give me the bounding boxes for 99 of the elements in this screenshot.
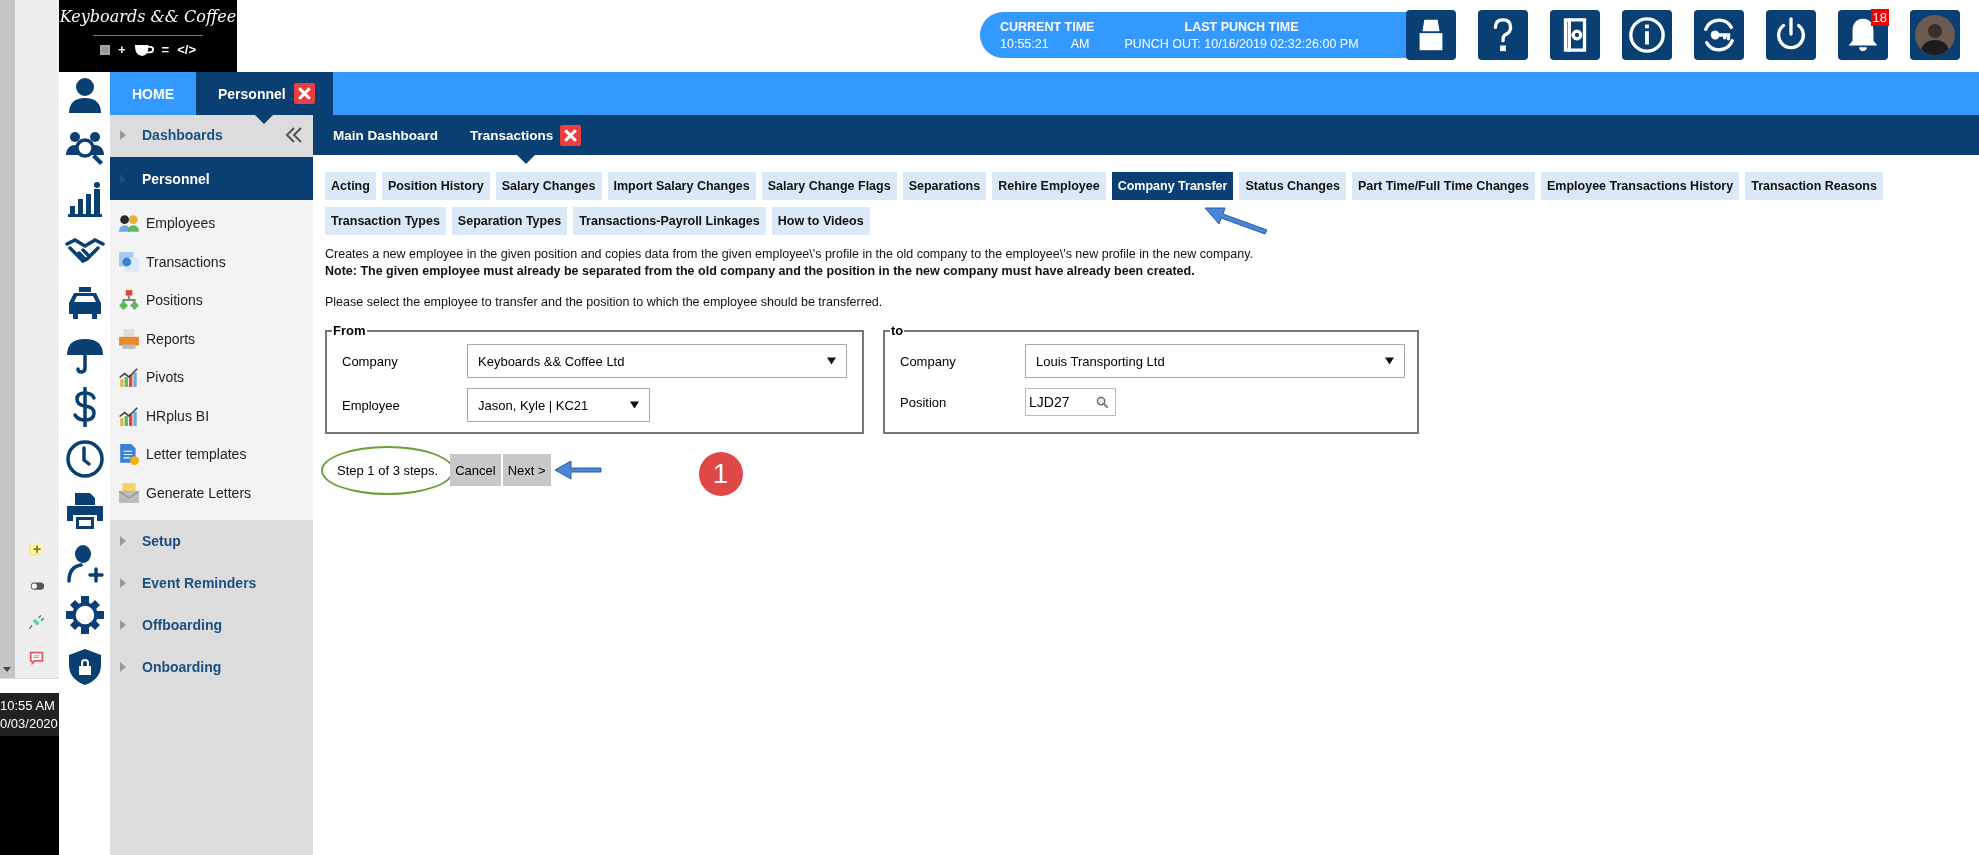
sidebar-section[interactable]: Offboarding <box>110 604 313 646</box>
transactions-icon <box>118 250 140 273</box>
notifications-button[interactable]: 18 <box>1838 10 1888 60</box>
wizard-button[interactable]: Next > <box>502 454 551 486</box>
sidebar-section[interactable]: Dashboards <box>110 115 313 155</box>
tab[interactable]: Company Transfer <box>1111 172 1234 200</box>
password-button[interactable] <box>1694 10 1744 60</box>
person-add-icon[interactable] <box>64 543 105 583</box>
caret-icon <box>630 401 639 409</box>
manual-button[interactable] <box>1550 10 1600 60</box>
sidebar-section[interactable]: Event Reminders <box>110 562 313 604</box>
tab[interactable]: Status Changes <box>1239 172 1346 200</box>
clock-icon[interactable] <box>64 439 105 479</box>
sidebar-item[interactable]: Letter templates <box>118 435 313 474</box>
sidebar-item[interactable]: Reports <box>118 319 313 358</box>
tab[interactable]: Salary Change Flags <box>761 172 897 200</box>
step-marker: 1 <box>698 452 743 496</box>
gear-icon[interactable] <box>64 595 105 635</box>
tab[interactable]: Import Salary Changes <box>607 172 756 200</box>
field-label: Company <box>342 353 399 369</box>
tab[interactable]: Part Time/Full Time Changes <box>1351 172 1535 200</box>
taskbar-time: 10:55 AM <box>0 699 56 712</box>
tab[interactable]: Employee Transactions History <box>1541 172 1740 200</box>
tab[interactable]: Position History <box>381 172 490 200</box>
sidebar-section[interactable]: Onboarding <box>110 646 313 688</box>
collapse-icon[interactable] <box>285 127 303 143</box>
plug-icon[interactable] <box>28 614 46 632</box>
dropdown[interactable]: Louis Transporting Ltd <box>1025 344 1405 378</box>
scrollbar-track[interactable] <box>0 0 15 678</box>
note-text: Note: The given employee must already be separated from the old company and the position in the new company must have already been created. <box>325 263 1196 280</box>
caret-icon <box>120 578 126 588</box>
printer-icon[interactable] <box>64 491 105 531</box>
generate-letters-icon <box>118 481 140 504</box>
reports-icon <box>118 327 140 350</box>
caret-icon <box>120 536 126 546</box>
employees-icon <box>118 212 140 235</box>
logo-symbol: </> <box>177 42 196 58</box>
lookup-field[interactable]: LJD27 <box>1025 388 1116 416</box>
tab[interactable]: Transaction Types <box>325 207 446 235</box>
field-label: Company <box>900 353 957 369</box>
arrow-icon <box>552 458 603 482</box>
sidebar-item[interactable]: Generate Letters <box>118 473 313 512</box>
tab[interactable]: Separation Types <box>451 207 568 235</box>
panel-legend: to <box>890 323 905 338</box>
scroll-down-icon[interactable] <box>3 667 11 672</box>
sidebar-section[interactable]: Personnel <box>110 157 313 200</box>
pivots-icon <box>118 404 140 427</box>
field-label: Employee <box>342 397 401 413</box>
letter-templates-icon <box>118 443 140 466</box>
sidebar-item[interactable]: HRplus BI <box>118 396 313 435</box>
close-icon[interactable] <box>560 124 582 146</box>
last-punch: PUNCH OUT: 10/16/2019 02:32:26:00 PM <box>1124 36 1359 51</box>
panel-legend: From <box>332 323 367 338</box>
current-time: 10:55:21 <box>1000 36 1049 51</box>
description-text: Creates a new employee in the given position and copies data from the given employee\'s profile in the old company to the employee\'s new profile in the new company. <box>325 246 1254 263</box>
field-label: Position <box>900 394 948 410</box>
info-icon <box>1628 16 1666 54</box>
positions-icon <box>118 289 140 312</box>
instruction-text: Please select the employee to transfer and the position to which the employee should be transferred. <box>325 294 884 311</box>
avatar-button[interactable] <box>1910 10 1960 60</box>
dropdown[interactable]: Jason, Kyle | KC21 <box>467 388 650 422</box>
dropdown[interactable]: Keyboards && Coffee Ltd <box>467 344 847 378</box>
help-button[interactable] <box>1478 10 1528 60</box>
sidebar-section[interactable]: Setup <box>110 520 313 562</box>
caret-icon <box>1385 357 1394 365</box>
keycap-icon <box>100 45 110 55</box>
search-icon[interactable] <box>1096 395 1109 409</box>
cup-icon <box>133 43 154 57</box>
tab[interactable]: Acting <box>325 172 376 200</box>
caret-icon <box>827 357 836 365</box>
sidebar-item[interactable]: Employees <box>118 204 313 243</box>
clock-label: LAST PUNCH TIME <box>1184 19 1299 34</box>
tab[interactable]: Transaction Reasons <box>1745 172 1883 200</box>
timeclock-button[interactable] <box>1406 10 1456 60</box>
tab[interactable]: How to Videos <box>771 207 870 235</box>
sidebar-item[interactable]: Transactions <box>118 242 313 281</box>
taskbar-date: 0/03/2020 <box>0 717 59 730</box>
tab[interactable]: Transactions-Payroll Linkages <box>573 207 766 235</box>
sidebar-item[interactable]: Positions <box>118 281 313 320</box>
tab[interactable]: Salary Changes <box>495 172 602 200</box>
avatar <box>1915 15 1955 55</box>
logo-title: Keyboards && Coffee <box>59 6 237 28</box>
caret-icon <box>120 130 126 140</box>
caret-icon <box>120 662 126 672</box>
close-icon[interactable] <box>293 83 315 104</box>
logo-symbol: = <box>161 42 170 58</box>
clock-label: CURRENT TIME <box>1000 19 1095 34</box>
wizard-button[interactable]: Cancel <box>450 454 501 486</box>
tab[interactable]: Separations <box>902 172 987 200</box>
time-period: AM <box>1070 36 1090 51</box>
logo-symbol: + <box>118 42 126 58</box>
sidebar-item[interactable]: Pivots <box>118 358 313 397</box>
page-tab[interactable]: Main Dashboard <box>317 115 454 155</box>
logout-button[interactable] <box>1766 10 1816 60</box>
caret-icon <box>120 620 126 630</box>
pivots-icon <box>118 366 140 389</box>
info-button[interactable] <box>1622 10 1672 60</box>
notification-badge: 18 <box>1870 9 1889 26</box>
tab[interactable]: Rehire Employee <box>992 172 1106 200</box>
